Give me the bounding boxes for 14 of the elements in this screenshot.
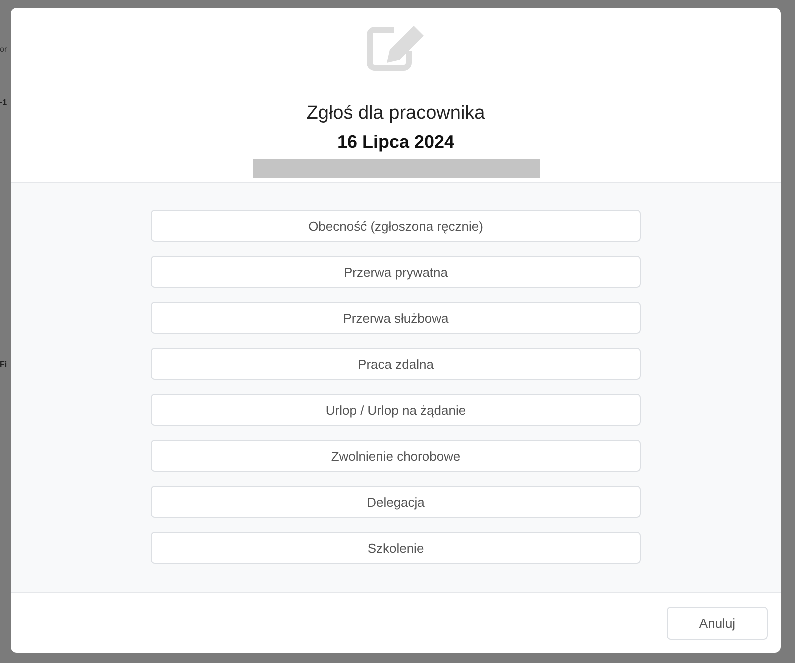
option-button[interactable]: Przerwa prywatna xyxy=(151,256,641,288)
option-button[interactable]: Praca zdalna xyxy=(151,348,641,380)
date-heading: 16 Lipca 2024 xyxy=(337,132,455,153)
background-text: -1 xyxy=(0,98,8,108)
option-button[interactable]: Delegacja xyxy=(151,486,641,518)
background-text: Fi xyxy=(0,360,8,370)
background-text: or xyxy=(0,45,8,55)
cancel-button[interactable]: Anuluj xyxy=(667,606,768,640)
option-button[interactable]: Zwolnienie chorobowe xyxy=(151,440,641,472)
dialog-title: Zgłoś dla pracownika xyxy=(306,103,486,125)
option-button[interactable]: Urlop / Urlop na żądanie xyxy=(151,394,641,426)
option-button[interactable]: Przerwa służbowa xyxy=(151,302,641,334)
option-button[interactable]: Szkolenie xyxy=(151,532,641,564)
option-button[interactable]: Obecność (zgłoszona ręcznie) xyxy=(151,210,641,242)
